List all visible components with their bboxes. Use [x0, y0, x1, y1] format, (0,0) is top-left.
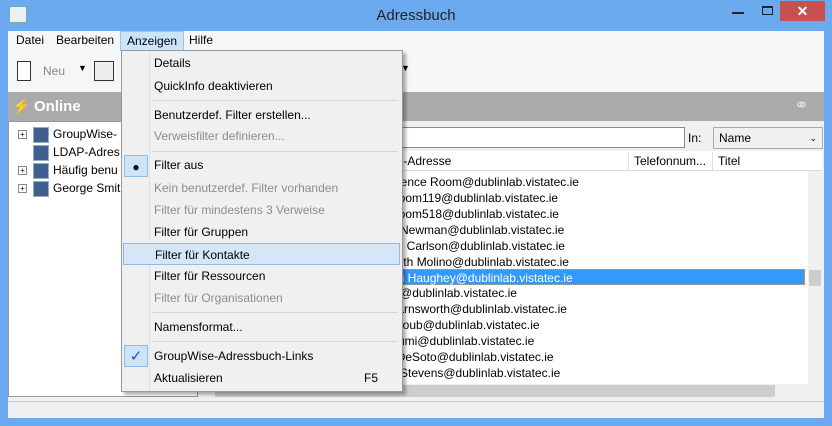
addressbook-icon — [33, 126, 49, 143]
refresh-shortcut: F5 — [363, 371, 378, 385]
chevron-down-icon: ⌄ — [809, 133, 817, 143]
maximize-button[interactable] — [762, 6, 773, 15]
search-field-select[interactable]: Name ⌄ — [713, 127, 823, 149]
vertical-scrollbar[interactable] — [808, 171, 822, 384]
addressbook-icon — [33, 162, 49, 179]
menu-anzeigen[interactable]: Anzeigen — [120, 31, 185, 51]
tree-item[interactable]: + George Smit — [18, 179, 120, 197]
menu-bar: Datei Bearbeiten Anzeigen Hilfe — [8, 31, 824, 51]
online-label: Online — [34, 98, 81, 115]
addressbook-icon — [33, 180, 49, 197]
menu-bearbeiten[interactable]: Bearbeiten — [50, 31, 120, 51]
menu-item-contacts[interactable]: Filter für Kontakte — [123, 243, 400, 265]
tree-label: GroupWise- — [53, 127, 118, 141]
search-input[interactable] — [393, 127, 685, 148]
menu-item-resources[interactable]: Filter für Ressourcen — [123, 265, 400, 287]
menu-item-filter-off[interactable]: Filter aus — [123, 154, 400, 176]
search-book-icon[interactable] — [94, 61, 114, 81]
menu-separator — [152, 341, 398, 342]
menu-item-details[interactable]: Details — [123, 52, 400, 74]
minimize-button[interactable] — [732, 12, 744, 14]
menu-item-quickinfo[interactable]: QuickInfo deaktivieren — [123, 75, 400, 97]
menu-hilfe[interactable]: Hilfe — [183, 31, 219, 51]
new-dropdown-icon[interactable]: ▼ — [78, 63, 87, 73]
new-button[interactable]: Neu — [43, 64, 65, 78]
menu-item-ref-filter: Verweisfilter definieren... — [154, 129, 285, 143]
tree-item[interactable]: + Häufig benu — [18, 161, 118, 179]
link-rings-icon[interactable]: ⚭ — [794, 95, 809, 116]
refresh-label: Aktualisieren — [154, 371, 223, 385]
column-phone[interactable]: Telefonnum... — [634, 154, 706, 170]
column-email[interactable]: il-Adresse — [398, 154, 451, 170]
menu-item-no-custom: Kein benutzerdef. Filter vorhanden — [154, 181, 339, 195]
tree-label: George Smit — [53, 181, 121, 195]
menu-item-orgs: Filter für Organisationen — [154, 291, 283, 305]
column-title[interactable]: Titel — [718, 154, 740, 170]
select-value: Name — [719, 131, 752, 145]
close-button[interactable]: ✕ — [780, 1, 825, 21]
tree-label: Häufig benu — [53, 163, 118, 177]
menu-separator — [152, 312, 398, 313]
menu-item-custom-filter[interactable]: Benutzerdef. Filter erstellen... — [123, 104, 400, 126]
status-bar — [8, 401, 824, 418]
in-label: In: — [688, 131, 702, 145]
new-icon[interactable] — [17, 61, 31, 81]
ldap-icon — [33, 144, 49, 161]
menu-datei[interactable]: Datei — [10, 31, 50, 51]
menu-item-refresh[interactable]: Aktualisieren F5 — [123, 367, 400, 389]
menu-separator — [152, 151, 398, 152]
plug-icon: ⚡ — [12, 98, 31, 115]
menu-item-nameformat[interactable]: Namensformat... — [123, 316, 400, 338]
tree-label: LDAP-Adres — [53, 145, 120, 159]
menu-item-groups[interactable]: Filter für Gruppen — [123, 221, 400, 243]
tree-item[interactable]: LDAP-Adres — [33, 143, 120, 161]
menu-item-min3: Filter für mindestens 3 Verweise — [154, 203, 325, 217]
menu-separator — [152, 100, 398, 101]
menu-item-links[interactable]: GroupWise-Adressbuch-Links — [123, 345, 400, 367]
tree-item[interactable]: + GroupWise- — [18, 125, 117, 143]
window-title: Adressbuch — [376, 7, 456, 24]
